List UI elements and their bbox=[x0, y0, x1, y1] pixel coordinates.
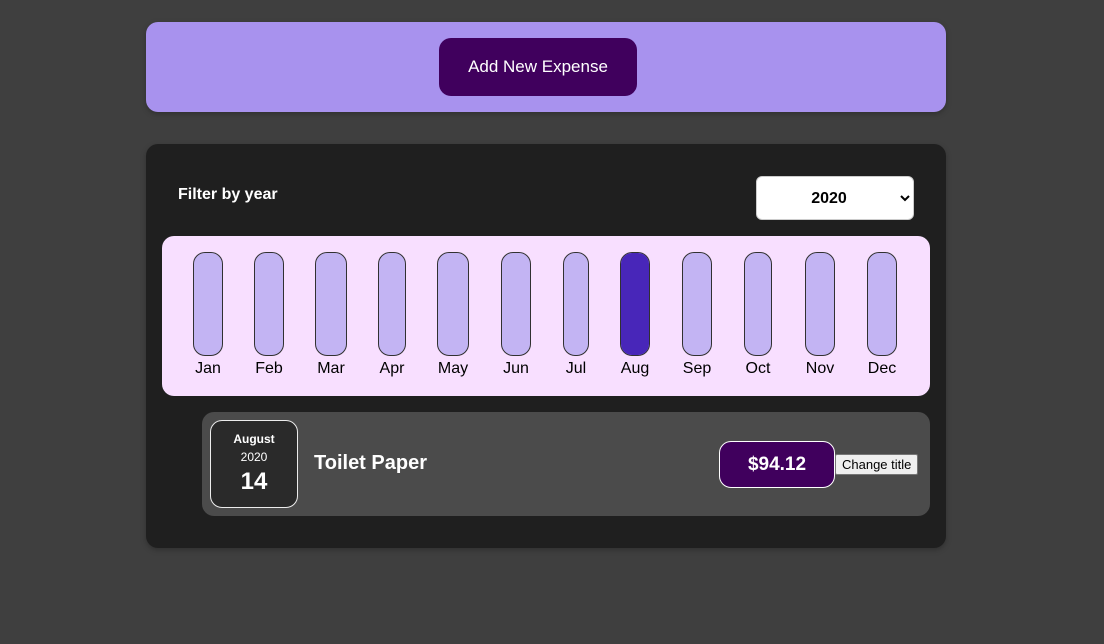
chart-bar-label: Nov bbox=[805, 360, 835, 377]
chart-bar-fill bbox=[621, 253, 649, 355]
chart-bar-label: Feb bbox=[255, 360, 283, 377]
chart-bar-oct: Oct bbox=[728, 236, 788, 396]
chart-bar-track bbox=[501, 252, 531, 356]
add-new-expense-button[interactable]: Add New Expense bbox=[439, 38, 637, 96]
chart-bar-track bbox=[682, 252, 712, 356]
expense-date-day: 14 bbox=[240, 468, 268, 495]
chart-bar-jun: Jun bbox=[486, 236, 546, 396]
expense-date: August 2020 14 bbox=[210, 420, 298, 508]
expense-date-month: August bbox=[233, 432, 275, 446]
chart-bar-dec: Dec bbox=[852, 236, 912, 396]
chart-bar-sep: Sep bbox=[667, 236, 727, 396]
chart-bar-label: Jun bbox=[503, 360, 529, 377]
chart-bar-track bbox=[193, 252, 223, 356]
expense-item: August 2020 14 Toilet Paper $94.12 Chang… bbox=[202, 412, 930, 516]
new-expense-panel: Add New Expense bbox=[146, 22, 946, 112]
chart-bar-nov: Nov bbox=[790, 236, 850, 396]
chart-bar-track bbox=[378, 252, 406, 356]
chart-bar-label: Apr bbox=[379, 360, 405, 377]
chart-bar-label: Dec bbox=[867, 360, 897, 377]
chart-bar-feb: Feb bbox=[239, 236, 299, 396]
chart-bar-may: May bbox=[423, 236, 483, 396]
chart-bar-track bbox=[315, 252, 347, 356]
chart-bar-jul: Jul bbox=[546, 236, 606, 396]
chart-bar-track bbox=[744, 252, 772, 356]
change-title-button[interactable]: Change title bbox=[835, 454, 919, 475]
chart-bar-track bbox=[867, 252, 897, 356]
chart-bar-label: Aug bbox=[620, 360, 650, 377]
chart-bar-label: Mar bbox=[317, 360, 345, 377]
chart-bar-track bbox=[620, 252, 650, 356]
expenses-chart: Jan Feb Mar Apr May Jun Jul Aug Sep Oct … bbox=[162, 236, 930, 396]
chart-bar-jan: Jan bbox=[178, 236, 238, 396]
year-filter-select[interactable]: 2020 bbox=[756, 176, 914, 220]
chart-bar-label: May bbox=[437, 360, 469, 377]
chart-bar-track bbox=[254, 252, 284, 356]
chart-bar-label: Oct bbox=[745, 360, 771, 377]
chart-bar-aug: Aug bbox=[605, 236, 665, 396]
expense-title: Toilet Paper bbox=[314, 452, 427, 474]
expense-price: $94.12 bbox=[719, 441, 835, 488]
chart-bar-label: Jan bbox=[195, 360, 221, 377]
chart-bar-label: Jul bbox=[565, 360, 587, 377]
chart-bar-track bbox=[563, 252, 589, 356]
chart-bar-apr: Apr bbox=[362, 236, 422, 396]
chart-bar-mar: Mar bbox=[301, 236, 361, 396]
chart-bar-label: Sep bbox=[682, 360, 712, 377]
expense-date-year: 2020 bbox=[240, 450, 268, 464]
filter-label: Filter by year bbox=[178, 186, 278, 203]
chart-bar-track bbox=[437, 252, 469, 356]
chart-bar-track bbox=[805, 252, 835, 356]
expenses-panel: Filter by year 2020 Jan Feb Mar Apr May … bbox=[146, 144, 946, 548]
